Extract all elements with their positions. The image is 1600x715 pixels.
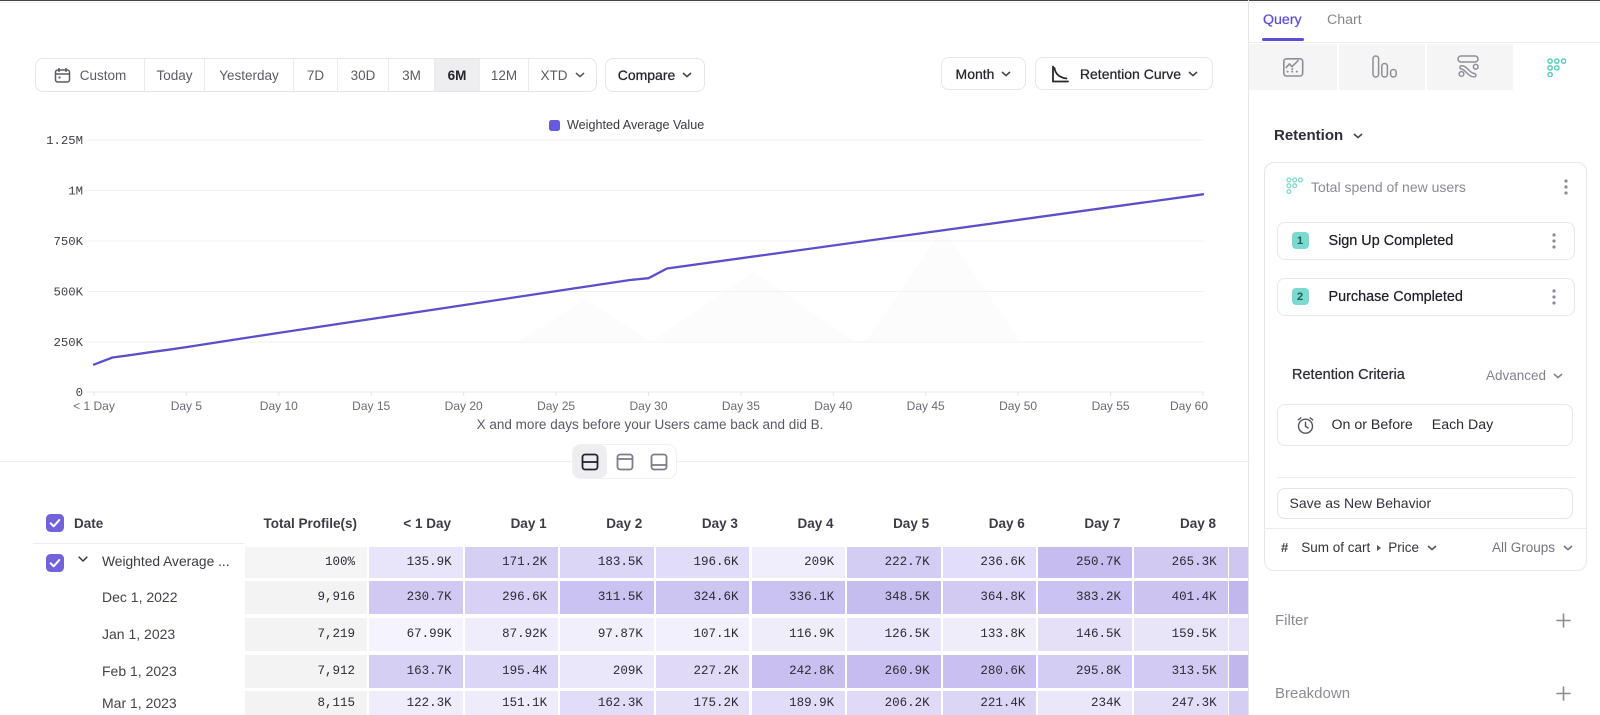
svg-text:750K: 750K bbox=[53, 235, 83, 249]
svg-text:Day 45: Day 45 bbox=[907, 399, 945, 413]
svg-text:Day 55: Day 55 bbox=[1092, 399, 1130, 413]
svg-text:1M: 1M bbox=[68, 185, 83, 199]
svg-text:500K: 500K bbox=[53, 286, 83, 300]
svg-text:1.25M: 1.25M bbox=[46, 134, 83, 148]
svg-text:Day 5: Day 5 bbox=[171, 399, 203, 413]
svg-text:Day 50: Day 50 bbox=[999, 399, 1037, 413]
svg-text:Day 35: Day 35 bbox=[722, 399, 760, 413]
svg-text:Day 25: Day 25 bbox=[537, 399, 575, 413]
svg-text:Day 15: Day 15 bbox=[352, 399, 390, 413]
svg-text:0: 0 bbox=[76, 386, 83, 400]
svg-text:Day 60: Day 60 bbox=[1170, 399, 1208, 413]
svg-text:Day 10: Day 10 bbox=[260, 399, 298, 413]
svg-text:Day 20: Day 20 bbox=[445, 399, 483, 413]
svg-text:Day 40: Day 40 bbox=[814, 399, 852, 413]
svg-text:< 1 Day: < 1 Day bbox=[73, 399, 115, 413]
svg-text:250K: 250K bbox=[53, 336, 83, 350]
svg-text:Day 30: Day 30 bbox=[629, 399, 667, 413]
